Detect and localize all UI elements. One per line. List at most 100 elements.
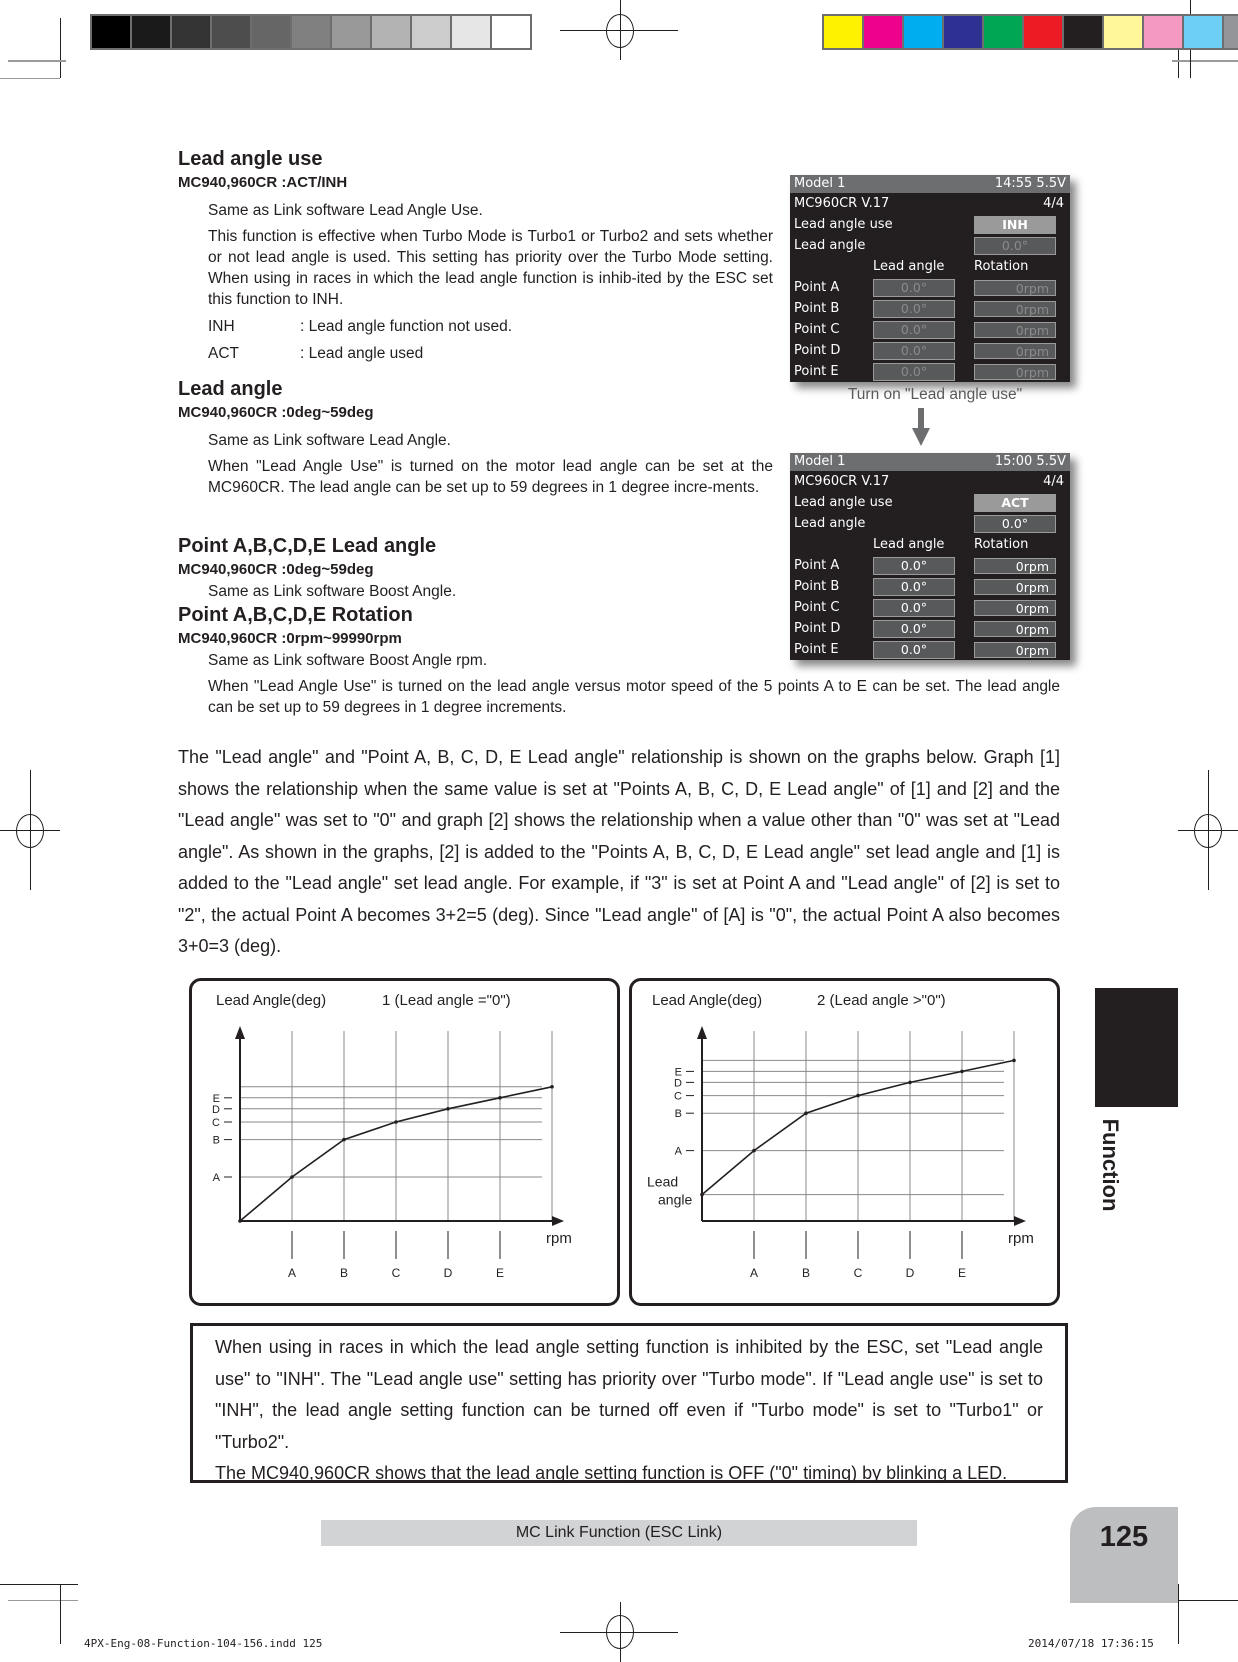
point-angle-field[interactable]: 0.0° — [873, 640, 955, 659]
lcd-point-label: Point B — [794, 579, 840, 594]
point-angle-field[interactable]: 0.0° — [873, 320, 955, 339]
point-angle-field[interactable]: 0.0° — [873, 619, 955, 638]
point-rpm-field[interactable]: 0rpm — [974, 641, 1056, 658]
lead-angle-field[interactable]: 0.0° — [974, 236, 1056, 255]
lead-angle-use-field[interactable]: ACT — [974, 493, 1056, 512]
arrow-down-icon — [918, 408, 924, 430]
color-swatch — [372, 16, 410, 48]
lcd-point-row: Point C 0.0° 0rpm — [790, 319, 1070, 340]
section-tab — [1095, 988, 1178, 1107]
point-rpm-field[interactable]: 0rpm — [974, 342, 1056, 359]
point-angle-field[interactable]: 0.0° — [873, 598, 955, 617]
chart-xlabel: rpm — [1008, 1230, 1034, 1247]
lcd-col-header: Lead angle — [873, 259, 945, 274]
lcd-point-row: Point A 0.0° 0rpm — [790, 555, 1070, 576]
lcd-model: Model 1 — [794, 454, 846, 469]
y-tick-label: E — [213, 1093, 220, 1105]
color-swatch — [984, 16, 1022, 48]
color-swatch — [92, 16, 130, 48]
lcd-page: 4/4 — [1043, 196, 1064, 211]
y-tick-label: B — [675, 1108, 682, 1120]
color-swatch — [132, 16, 170, 48]
option-key: INH — [208, 318, 235, 335]
lcd-point-row: Point B 0.0° 0rpm — [790, 298, 1070, 319]
lcd-point-label: Point E — [794, 642, 839, 657]
data-point — [960, 1069, 964, 1074]
point-angle-field[interactable]: 0.0° — [873, 299, 955, 318]
chart-title: 1 (Lead angle ="0") — [382, 992, 511, 1009]
point-rpm-field[interactable]: 0rpm — [974, 578, 1056, 595]
y-tick-label: C — [674, 1091, 682, 1103]
paragraph: Same as Link software Boost Angle. — [208, 583, 457, 600]
point-angle-field[interactable]: 0.0° — [873, 278, 955, 297]
paragraph: This function is effective when Turbo Mo… — [208, 228, 773, 308]
color-swatch — [172, 16, 210, 48]
y-tick-label: C — [212, 1117, 220, 1129]
x-tick-label: B — [340, 1266, 348, 1280]
point-rpm-field[interactable]: 0rpm — [974, 321, 1056, 338]
color-swatch — [332, 16, 370, 48]
data-point — [1012, 1058, 1016, 1063]
color-swatch — [944, 16, 982, 48]
slug-date: 2014/07/18 17:36:15 — [1028, 1637, 1154, 1650]
color-swatch — [1104, 16, 1142, 48]
grayscale-bar — [90, 14, 532, 50]
point-rpm-field[interactable]: 0rpm — [974, 599, 1056, 616]
chart-1: Lead Angle(deg) 1 (Lead angle ="0") rpm A B C… — [189, 978, 620, 1306]
point-angle-field[interactable]: 0.0° — [873, 577, 955, 596]
color-swatch — [904, 16, 942, 48]
y-tick-label: D — [212, 1104, 220, 1116]
lead-angle-field[interactable]: 0.0° — [974, 514, 1056, 533]
data-point — [342, 1137, 346, 1142]
chart-ylabel: Lead Angle(deg) — [652, 992, 762, 1009]
footer-section-label: MC Link Function (ESC Link) — [321, 1520, 917, 1546]
color-bar — [822, 14, 1238, 50]
data-point — [856, 1093, 860, 1098]
screen-caption: Turn on "Lead angle use" — [847, 386, 1023, 403]
y-tick-label: B — [213, 1135, 220, 1147]
lcd-point-row: Point C 0.0° 0rpm — [790, 597, 1070, 618]
point-rpm-field[interactable]: 0rpm — [974, 620, 1056, 637]
lcd-point-label: Point A — [794, 558, 840, 573]
lcd-status: 14:55 5.5V — [994, 176, 1066, 191]
chart-xlabel: rpm — [546, 1230, 572, 1247]
color-swatch — [1024, 16, 1062, 48]
lcd-device: MC960CR V.17 — [794, 474, 890, 489]
color-swatch — [1144, 16, 1182, 48]
data-point — [498, 1096, 502, 1100]
color-swatch — [864, 16, 902, 48]
page-number: 125 — [1099, 1521, 1149, 1553]
lcd-point-label: Point D — [794, 343, 841, 358]
option-desc: : Lead angle used — [300, 345, 424, 362]
point-rpm-field[interactable]: 0rpm — [974, 363, 1056, 380]
y-axis-arrow-icon — [235, 1026, 245, 1039]
spec-lead-angle-use: MC940,960CR :ACT/INH — [178, 174, 348, 191]
heading-lead-angle-use: Lead angle use — [178, 148, 323, 170]
paragraph: When "Lead Angle Use" is turned on the l… — [208, 678, 1060, 716]
point-angle-field[interactable]: 0.0° — [873, 362, 955, 381]
lcd-point-label: Point C — [794, 600, 840, 615]
lcd-page: 4/4 — [1043, 474, 1064, 489]
lead-angle-use-field[interactable]: INH — [974, 215, 1056, 234]
lcd-screen-inh: Model 1 14:55 5.5V MC960CR V.17 4/4 Lead ang… — [790, 175, 1070, 382]
point-angle-field[interactable]: 0.0° — [873, 341, 955, 360]
lcd-label: Lead angle — [794, 516, 866, 531]
color-swatch — [412, 16, 450, 48]
chart-ylabel: Lead Angle(deg) — [216, 992, 326, 1009]
point-rpm-field[interactable]: 0rpm — [974, 557, 1056, 574]
x-tick-label: B — [802, 1266, 810, 1280]
chart-title: 2 (Lead angle >"0") — [817, 992, 946, 1009]
point-rpm-field[interactable]: 0rpm — [974, 279, 1056, 296]
lcd-label: Lead angle use — [794, 217, 893, 232]
lcd-label: Lead angle — [794, 238, 866, 253]
slug-file: 4PX-Eng-08-Function-104-156.indd 125 — [84, 1637, 323, 1650]
spec-lead-angle: MC940,960CR :0deg~59deg — [178, 404, 374, 421]
point-rpm-field[interactable]: 0rpm — [974, 300, 1056, 317]
x-tick-label: A — [750, 1266, 758, 1280]
x-tick-label: D — [444, 1266, 453, 1280]
x-axis-arrow-icon — [552, 1216, 564, 1226]
point-angle-field[interactable]: 0.0° — [873, 556, 955, 575]
lcd-point-label: Point D — [794, 621, 841, 636]
paragraph: Same as Link software Lead Angle. — [208, 432, 451, 449]
lcd-point-row: Point E 0.0° 0rpm — [790, 361, 1070, 382]
